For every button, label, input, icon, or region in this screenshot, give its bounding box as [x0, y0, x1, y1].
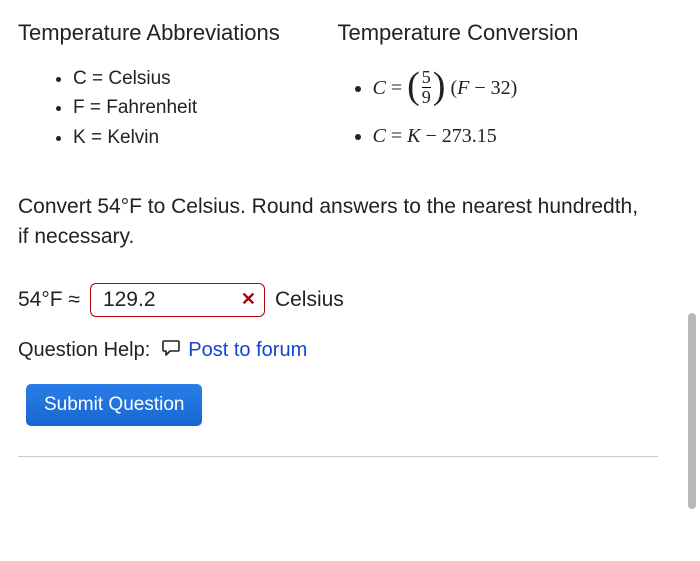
divider [18, 456, 658, 457]
post-to-forum-link[interactable]: Post to forum [162, 339, 307, 362]
answer-unit: Celsius [275, 288, 344, 312]
question-help-label: Question Help: [18, 339, 150, 362]
scrollbar-thumb[interactable] [688, 313, 696, 509]
answer-input-wrapper[interactable]: ✕ [90, 283, 265, 317]
formula-celsius-from-k: C = K − 273.15 [373, 112, 648, 160]
list-item: C = Celsius [73, 64, 328, 93]
incorrect-icon: ✕ [241, 289, 256, 310]
formula-list: C = (59) (F − 32) C = K − 273.15 [338, 64, 648, 160]
answer-input[interactable] [101, 287, 220, 313]
abbreviations-list: C = Celsius F = Fahrenheit K = Kelvin [18, 64, 328, 152]
conversion-heading: Temperature Conversion [338, 20, 648, 46]
chat-icon [162, 339, 182, 361]
submit-question-button[interactable]: Submit Question [26, 384, 202, 426]
formula-celsius-from-f: C = (59) (F − 32) [373, 64, 648, 112]
list-item: F = Fahrenheit [73, 93, 328, 122]
list-item: K = Kelvin [73, 123, 328, 152]
scrollbar-track[interactable] [684, 0, 696, 561]
question-prompt: Convert 54°F to Celsius. Round answers t… [18, 192, 647, 253]
answer-lhs: 54°F ≈ [18, 288, 80, 312]
post-to-forum-text: Post to forum [188, 339, 307, 362]
abbreviations-heading: Temperature Abbreviations [18, 20, 328, 46]
